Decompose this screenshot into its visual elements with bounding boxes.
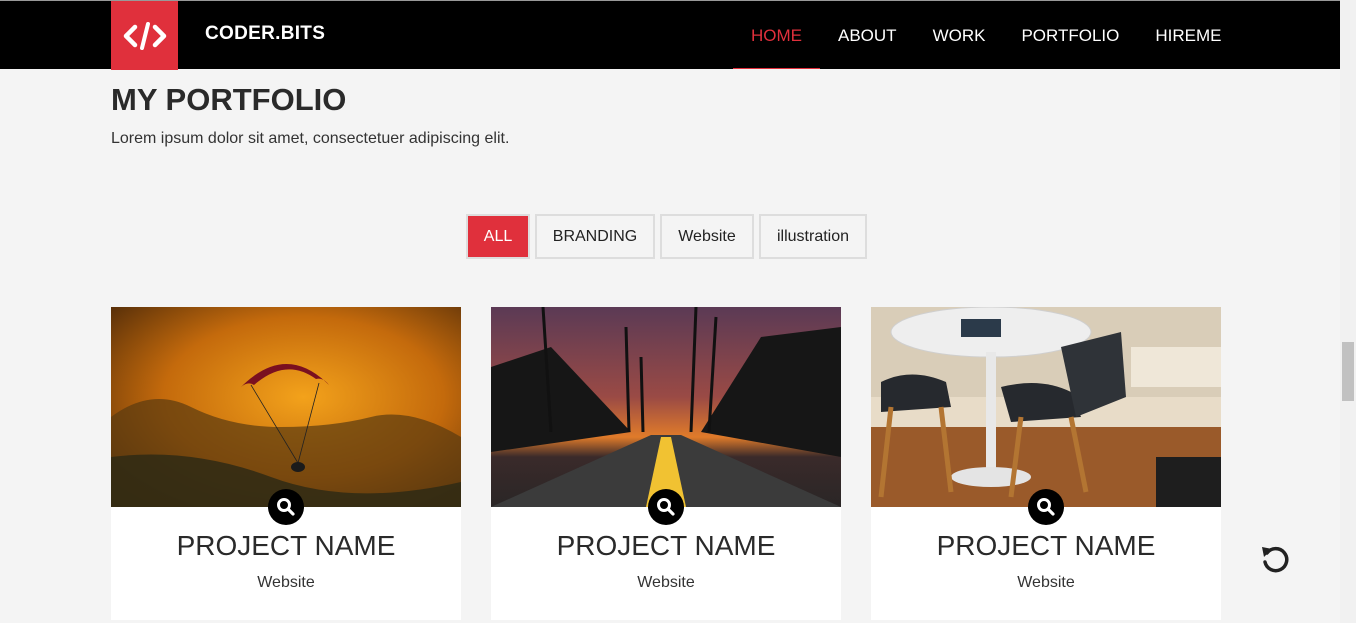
code-slash-icon [123, 21, 166, 50]
project-title: PROJECT NAME [936, 530, 1156, 561]
logo[interactable] [111, 1, 178, 70]
search-icon [657, 498, 675, 516]
refresh-button[interactable] [1258, 543, 1292, 577]
project-category: Website [257, 574, 315, 591]
filter-all-button[interactable]: ALL [466, 214, 530, 259]
zoom-button[interactable] [1028, 489, 1064, 525]
vertical-scrollbar[interactable] [1340, 0, 1356, 623]
scrollbar-thumb[interactable] [1342, 342, 1354, 401]
top-navbar: CODER.BITS HOME ABOUT WORK PORTFOLIO HIR… [0, 0, 1340, 70]
portfolio-filters: ALL BRANDING Website illustration [466, 214, 867, 259]
zoom-button[interactable] [268, 489, 304, 525]
project-card[interactable]: PROJECT NAME Website [871, 307, 1221, 620]
nav-item-hireme[interactable]: HIREME [1137, 1, 1239, 70]
nav-item-work[interactable]: WORK [915, 1, 1004, 70]
project-category: Website [637, 574, 695, 591]
filter-branding-button[interactable]: BRANDING [535, 214, 655, 259]
brand-name[interactable]: CODER.BITS [205, 23, 325, 45]
search-icon [277, 498, 295, 516]
nav-item-about[interactable]: ABOUT [820, 1, 915, 70]
search-icon [1037, 498, 1055, 516]
project-card[interactable]: PROJECT NAME Website [491, 307, 841, 620]
project-title: PROJECT NAME [556, 530, 776, 561]
nav-item-portfolio[interactable]: PORTFOLIO [1003, 1, 1137, 70]
main-nav: HOME ABOUT WORK PORTFOLIO HIREME [733, 1, 1240, 70]
page-title: MY PORTFOLIO [111, 82, 347, 117]
project-image-palm-road[interactable] [491, 307, 841, 507]
project-title: PROJECT NAME [176, 530, 396, 561]
refresh-icon [1262, 546, 1289, 573]
project-card[interactable]: PROJECT NAME Website [111, 307, 461, 620]
zoom-button[interactable] [648, 489, 684, 525]
filter-website-button[interactable]: Website [660, 214, 754, 259]
project-image-paraglider[interactable] [111, 307, 461, 507]
nav-item-home[interactable]: HOME [733, 1, 820, 70]
project-image-table-chairs[interactable] [871, 307, 1221, 507]
project-category: Website [1017, 574, 1075, 591]
page-subtitle: Lorem ipsum dolor sit amet, consectetuer… [111, 130, 510, 147]
filter-illustration-button[interactable]: illustration [759, 214, 867, 259]
